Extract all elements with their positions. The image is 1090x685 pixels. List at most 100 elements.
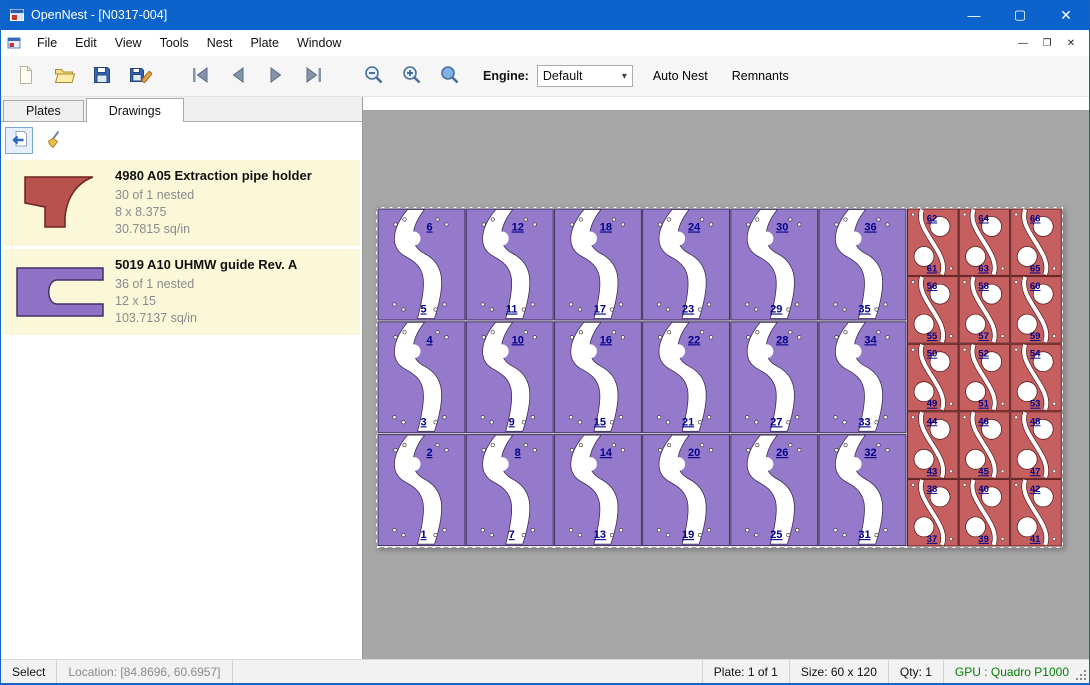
part-label[interactable]: 38 [927,484,938,495]
part-label[interactable]: 60 [1030,281,1041,292]
part-label[interactable]: 30 [776,222,788,234]
part-label[interactable]: 22 [688,334,700,346]
nested-part-pair[interactable]: 12 11 [466,209,553,320]
refresh-drawings-button[interactable] [5,127,33,154]
part-label[interactable]: 11 [506,304,518,316]
nested-part-pair[interactable]: 43 [378,322,465,433]
nested-part-pair[interactable]: 3837 [908,479,959,546]
tab-plates[interactable]: Plates [3,100,84,121]
part-label[interactable]: 42 [1030,484,1041,495]
zoom-fit-button[interactable] [435,61,465,91]
engine-select[interactable]: Default ▾ [537,65,633,87]
part-label[interactable]: 48 [1030,416,1041,427]
nested-part-pair[interactable]: 4443 [908,412,959,479]
close-button[interactable]: ✕ [1043,0,1089,30]
part-label[interactable]: 50 [927,349,938,360]
part-label[interactable]: 24 [688,222,701,234]
nested-part-pair[interactable]: 4241 [1011,479,1062,546]
nested-part-pair[interactable]: 1615 [554,322,641,433]
part-label[interactable]: 5 [420,304,426,316]
nested-part-pair[interactable]: 2019 [643,435,730,546]
nested-part-pair[interactable]: 4039 [959,479,1010,546]
part-label[interactable]: 20 [688,447,700,459]
part-label[interactable]: 52 [978,349,989,360]
part-label[interactable]: 34 [864,334,877,346]
part-label[interactable]: 31 [858,529,870,541]
plate-sheet[interactable]: 6512111817242330293635431091615222128273… [376,207,1063,548]
new-button[interactable] [11,61,41,91]
part-label[interactable]: 8 [515,447,521,459]
previous-plate-button[interactable] [223,61,253,91]
part-label[interactable]: 58 [978,281,989,292]
part-label[interactable]: 29 [770,304,782,316]
drawing-list-item[interactable]: 4980 A05 Extraction pipe holder30 of 1 n… [3,160,360,246]
nested-part-pair[interactable]: 52 51 [959,344,1010,411]
zoom-in-button[interactable] [397,61,427,91]
nested-part-pair[interactable]: 62 61 [908,209,959,276]
menu-item-nest[interactable]: Nest [198,32,242,54]
part-label[interactable]: 65 [1030,264,1041,275]
last-plate-button[interactable] [299,61,329,91]
part-label[interactable]: 19 [682,529,694,541]
auto-nest-button[interactable]: Auto Nest [649,67,712,85]
part-label[interactable]: 51 [978,399,989,410]
part-label[interactable]: 21 [682,416,694,428]
part-label[interactable]: 54 [1030,349,1041,360]
menu-item-window[interactable]: Window [288,32,350,54]
maximize-button[interactable]: ▢ [997,0,1043,30]
nested-part-pair[interactable]: 87 [466,435,553,546]
nested-part-pair[interactable]: 22 21 [643,322,730,433]
part-label[interactable]: 55 [927,331,938,342]
nested-part-pair[interactable]: 1413 [554,435,641,546]
nested-part-pair[interactable]: 109 [466,322,553,433]
part-label[interactable]: 15 [594,416,606,428]
save-button[interactable] [87,61,117,91]
menu-item-edit[interactable]: Edit [66,32,106,54]
part-label[interactable]: 46 [978,416,989,427]
nested-part-pair[interactable]: 4645 [959,412,1010,479]
part-label[interactable]: 6 [426,222,432,234]
part-label[interactable]: 49 [927,399,938,410]
remnants-button[interactable]: Remnants [728,67,793,85]
part-label[interactable]: 57 [978,331,989,342]
nested-part-pair[interactable]: 66 65 [1011,209,1062,276]
nested-part-pair[interactable]: 30 29 [731,209,818,320]
part-label[interactable]: 64 [978,214,989,225]
first-plate-button[interactable] [185,61,215,91]
part-label[interactable]: 40 [978,484,989,495]
minimize-button[interactable]: — [951,0,997,30]
nested-part-pair[interactable]: 6059 [1011,277,1062,344]
part-label[interactable]: 16 [600,334,612,346]
part-label[interactable]: 17 [594,304,606,316]
part-label[interactable]: 26 [776,447,788,459]
nested-part-pair[interactable]: 2423 [643,209,730,320]
part-label[interactable]: 10 [512,334,524,346]
part-label[interactable]: 56 [927,281,938,292]
save-as-button[interactable] [125,61,155,91]
menu-item-tools[interactable]: Tools [151,32,198,54]
nested-part-pair[interactable]: 3231 [819,435,906,546]
nested-part-pair[interactable]: 56 55 [908,277,959,344]
nested-part-pair[interactable]: 2827 [731,322,818,433]
tab-drawings[interactable]: Drawings [86,98,184,122]
resize-grip[interactable] [1075,669,1087,681]
part-label[interactable]: 44 [927,416,938,427]
nested-part-pair[interactable]: 64 63 [959,209,1010,276]
menu-item-file[interactable]: File [28,32,66,54]
part-label[interactable]: 18 [600,222,612,234]
part-label[interactable]: 66 [1030,214,1041,225]
part-label[interactable]: 14 [600,447,613,459]
mdi-minimize-button[interactable]: — [1011,33,1035,53]
part-label[interactable]: 61 [927,264,938,275]
part-label[interactable]: 62 [927,214,938,225]
part-label[interactable]: 4 [426,334,433,346]
part-label[interactable]: 12 [512,222,524,234]
part-label[interactable]: 47 [1030,466,1041,477]
part-label[interactable]: 63 [978,264,989,275]
nested-part-pair[interactable]: 5453 [1011,344,1062,411]
nested-part-pair[interactable]: 2625 [731,435,818,546]
open-button[interactable] [49,61,79,91]
zoom-out-button[interactable] [359,61,389,91]
menu-item-view[interactable]: View [106,32,151,54]
nested-part-pair[interactable]: 1817 [554,209,641,320]
